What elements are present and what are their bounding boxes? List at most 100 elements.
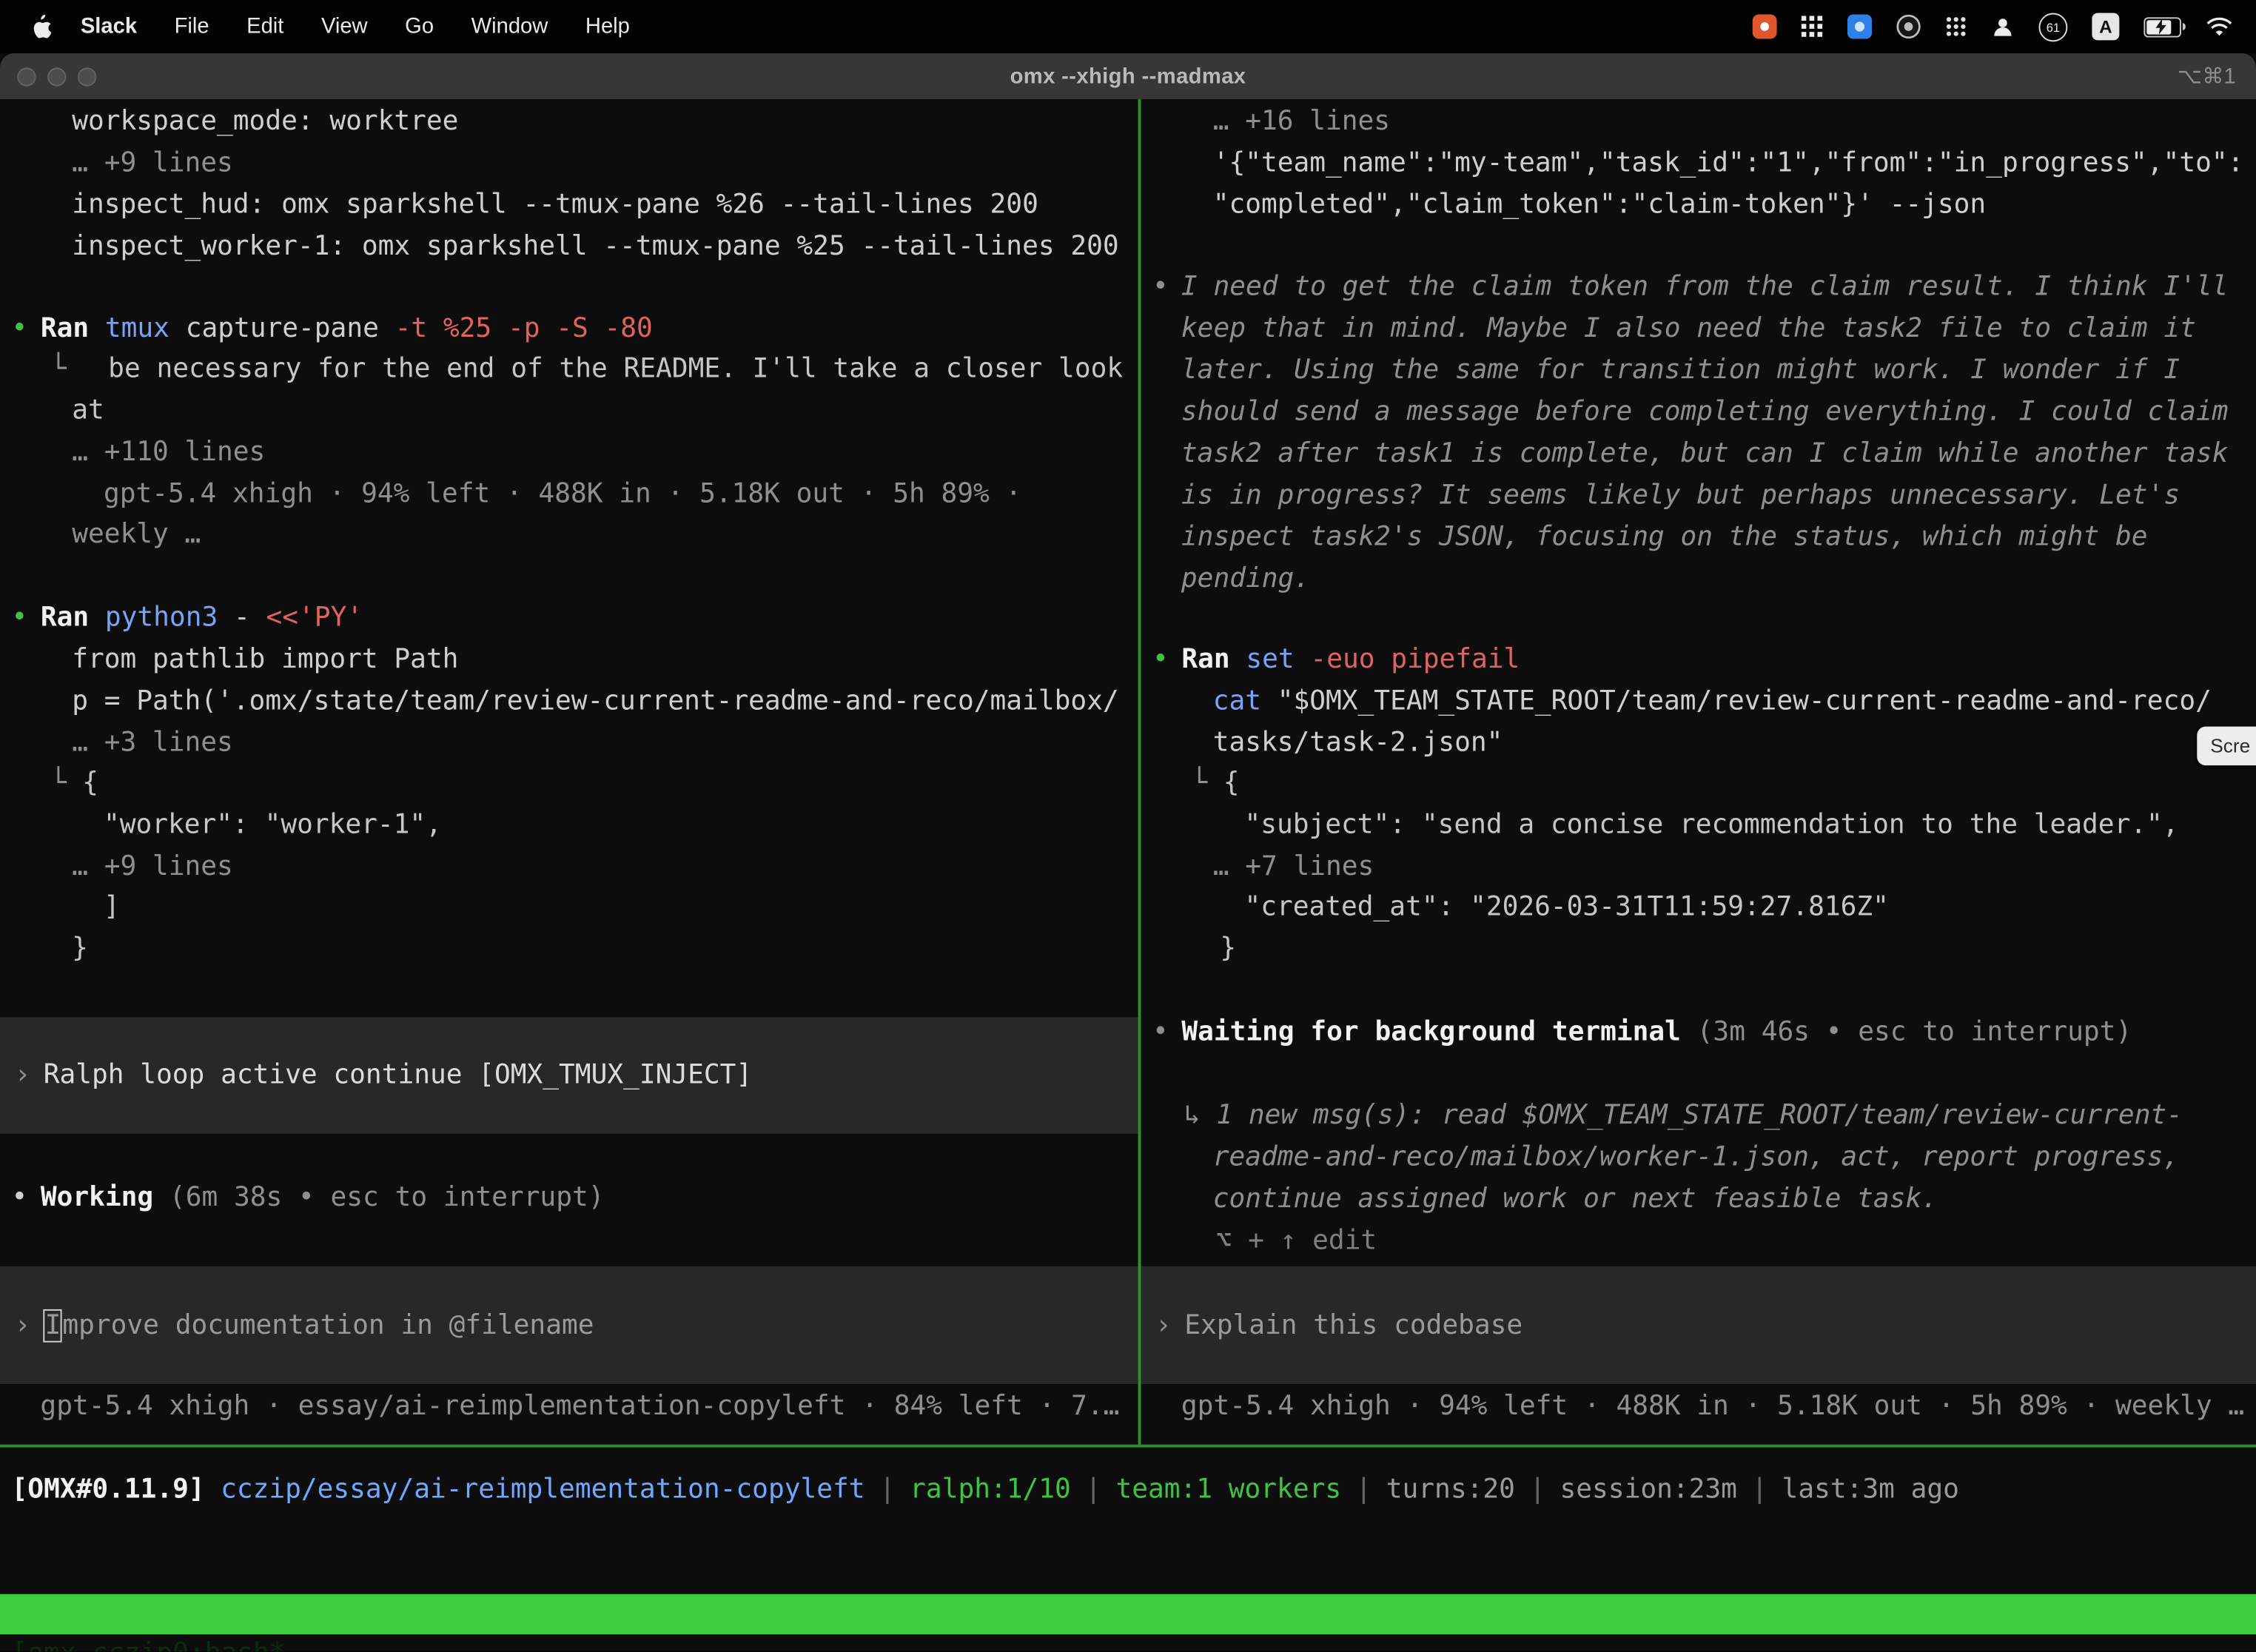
prompt-text: Improve documentation in @filename [44,1310,594,1340]
pane-divider-horizontal[interactable] [0,1445,2256,1448]
window-grid-icon[interactable] [1802,16,1823,37]
reasoning-line: keep that in mind. Maybe I also need the… [1181,308,2196,349]
traffic-lights [17,53,96,99]
reasoning-line: should send a message before completing … [1181,392,2228,433]
window-titlebar[interactable]: omx --xhigh --madmax ⌥⌘1 [0,53,2256,101]
command-args: - [218,602,266,633]
terminal-window: omx --xhigh --madmax ⌥⌘1 workspace_mode:… [0,53,2256,1652]
output-line: └{ [1192,762,1240,804]
text-cursor: I [44,1309,63,1342]
separator: | [1085,1474,1101,1505]
command-json-line: "completed","claim_token":"claim-token"}… [1213,184,1987,226]
battery-icon[interactable] [2143,16,2181,36]
menu-help[interactable]: Help [585,14,630,38]
tmux-status-bar: [omx-cczip0:bash* "MacBook-Pro-44.local"… [0,1594,2256,1634]
config-line: inspect_hud: omx sparkshell --tmux-pane … [72,184,1038,226]
pane-right[interactable]: … +16 lines '{"team_name":"my-team","tas… [1141,99,2256,1445]
model-usage-line: gpt-5.4 xhigh · 94% left · 488K in · 5.1… [104,474,1021,515]
menu-view[interactable]: View [321,14,368,38]
command-name: python3 [89,602,218,633]
terminal-content: workspace_mode: worktree … +9 lines insp… [0,99,2256,1651]
edit-shortcut-hint: ⌥ + ↑ edit [1216,1220,1377,1261]
app-menu-slack[interactable]: Slack [81,14,137,38]
prompt-chevron-icon: › [14,1061,30,1091]
output-line: } [72,928,88,970]
menu-go[interactable]: Go [405,14,434,38]
separator: | [1529,1474,1545,1505]
bullet-icon: • [1152,266,1169,308]
script-line: from pathlib import Path [72,639,458,680]
command-line: • Ran python3 - <<'PY' [12,597,363,639]
config-line: inspect_worker-1: omx sparkshell --tmux-… [72,226,1118,267]
input-source-icon[interactable]: A [2092,13,2119,40]
reasoning-line: task2 after task1 is complete, but can I… [1181,433,2228,474]
output-text: { [1223,768,1240,799]
menu-bar-status-icons: 61 A [1753,13,2256,41]
collapsed-lines-indicator: … +16 lines [1213,101,1390,142]
prompt-input-suggestion[interactable]: › Explain this codebase [1141,1266,2256,1384]
dots-grid-icon[interactable] [1945,16,1967,37]
screen-recording-stop-icon[interactable] [1753,14,1777,38]
menu-file[interactable]: File [175,14,209,38]
working-meta: (6m 38s • esc to interrupt) [153,1183,604,1213]
menu-edit[interactable]: Edit [246,14,283,38]
command-line: cat "$OMX_TEAM_STATE_ROOT/team/review-cu… [1213,680,2212,722]
apple-menu-icon[interactable] [32,14,52,38]
collapsed-lines-indicator: … +3 lines [72,722,233,764]
pane-left[interactable]: workspace_mode: worktree … +9 lines insp… [0,99,1138,1445]
close-button[interactable] [17,67,36,85]
corner-icon: └ [1192,768,1208,799]
mailbox-message-line: readme-and-reco/mailbox/worker-1.json, a… [1213,1137,2180,1178]
prompt-input-suggestion[interactable]: ›Improve documentation in @filename [0,1266,1138,1384]
command-line: •Ran tmux capture-pane -t %25 -p -S -80 [12,308,653,349]
menu-bar: Slack File Edit View Go Window Help 61 A [0,0,2256,53]
charging-bolt-icon [2155,19,2167,34]
turns-counter: turns:20 [1386,1474,1515,1505]
menu-window[interactable]: Window [471,14,548,38]
command-json-line: '{"team_name":"my-team","task_id":"1","f… [1213,142,2244,184]
prompt-placeholder: mprove documentation in @filename [62,1310,594,1340]
omx-version: [OMX#0.11.9] [12,1474,205,1505]
bullet-icon: • [12,602,28,633]
screenshot-preview[interactable]: Scre [2198,727,2256,765]
pane-divider-vertical[interactable] [1138,99,1141,1445]
collapsed-lines-indicator: … +7 lines [1213,846,1374,887]
pane-status-line: gpt-5.4 xhigh · essay/ai-reimplementatio… [40,1386,1119,1427]
corner-icon: └ [50,354,67,384]
output-line: └be necessary for the end of the README.… [50,348,1123,389]
blue-app-icon[interactable] [1847,14,1872,38]
battery-nub [2182,22,2186,30]
config-line: workspace_mode: worktree [72,101,458,142]
output-line: ] [104,886,120,927]
output-line: "created_at": "2026-03-31T11:59:27.816Z" [1244,886,1888,927]
separator: | [879,1474,896,1505]
user-status-icon[interactable] [1991,15,2014,38]
dark-circle-app-icon[interactable] [1896,14,1921,38]
tmux-session-name: [omx-cczip0:bash* [12,1634,286,1651]
ran-label: Ran [41,602,89,633]
bullet-icon: • [1152,645,1169,675]
reasoning-line: pending. [1181,558,1310,600]
command-name: tmux [89,314,169,344]
cpu-meter-icon[interactable]: 61 [2038,13,2067,41]
waiting-label: Waiting for background terminal [1181,1017,1681,1047]
mailbox-message-line: ↳ 1 new msg(s): read $OMX_TEAM_STATE_ROO… [1184,1095,2183,1136]
heredoc-marker: <<'PY' [266,602,363,633]
prompt-text: Explain this codebase [1184,1310,1523,1340]
zoom-button[interactable] [78,67,96,85]
command-flags: -euo pipefail [1295,645,1520,675]
mailbox-message-line: continue assigned work or next feasible … [1213,1178,1938,1220]
bullet-icon: • [1152,1017,1169,1047]
reasoning-line: later. Using the same for transition mig… [1181,349,2180,391]
wifi-icon[interactable] [2206,16,2233,37]
mailbox-text: 1 new msg(s): read $OMX_TEAM_STATE_ROOT/… [1216,1101,2183,1131]
prompt-input-active[interactable]: › Ralph loop active continue [OMX_TMUX_IN… [0,1017,1138,1133]
omx-worktree-path: cczip/essay/ai-reimplementation-copyleft [221,1474,865,1505]
ralph-counter: ralph:1/10 [910,1474,1071,1505]
minimize-button[interactable] [47,67,66,85]
output-text: { [82,768,98,799]
command-line: tasks/task-2.json" [1213,722,1503,764]
prompt-text: Ralph loop active continue [OMX_TMUX_INJ… [44,1061,752,1091]
waiting-meta: (3m 46s • esc to interrupt) [1681,1017,2132,1047]
prompt-chevron-icon: › [1155,1310,1172,1340]
